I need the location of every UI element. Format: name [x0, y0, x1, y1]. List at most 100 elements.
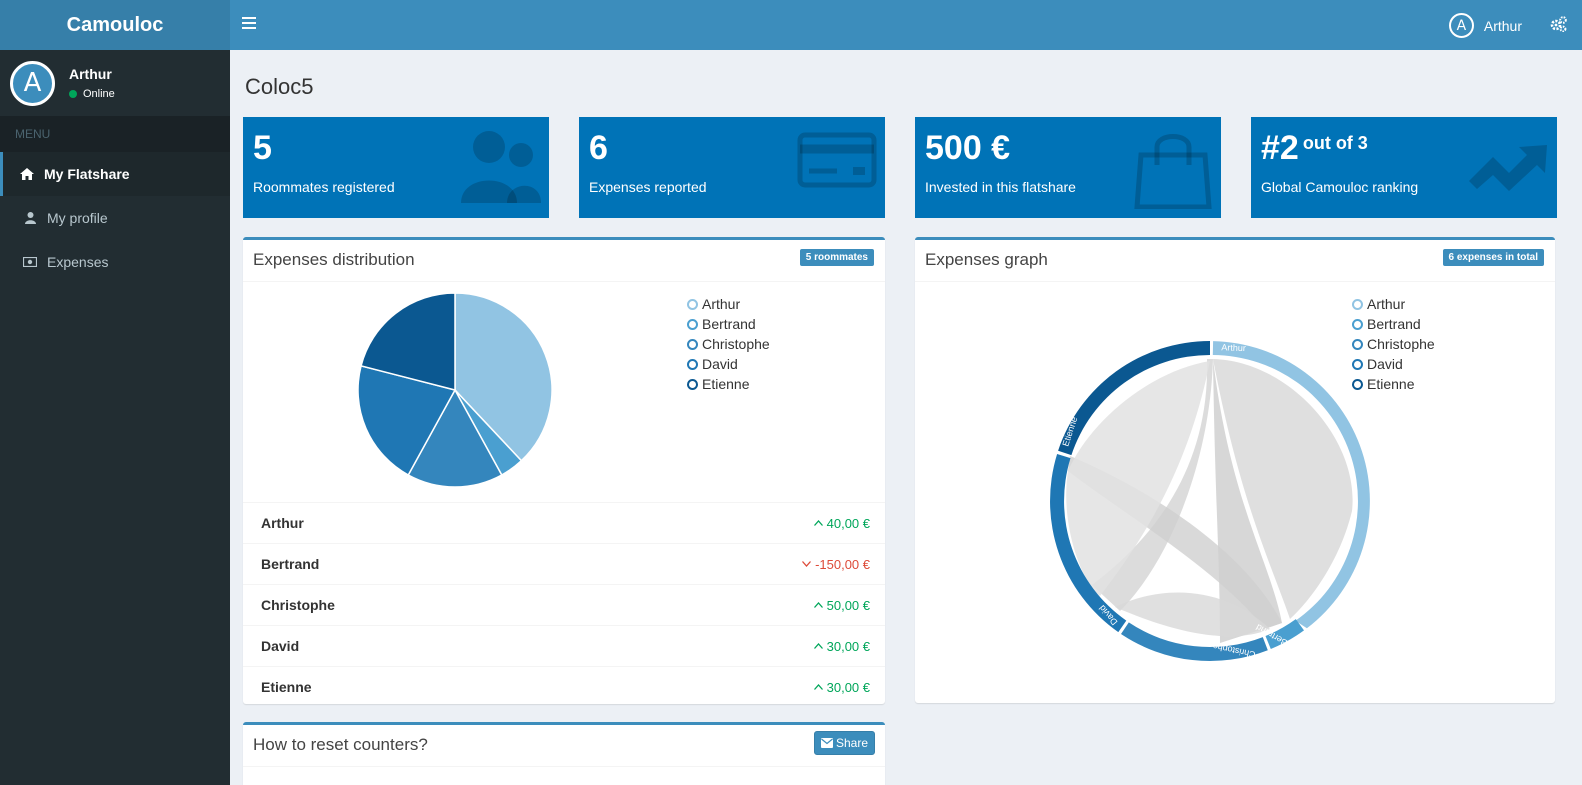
legend-item[interactable]: David — [687, 354, 770, 374]
user-status: Online — [69, 88, 115, 100]
chevron-up-icon — [813, 520, 823, 526]
credit-card-icon — [797, 129, 877, 194]
shopping-bag-icon — [1133, 129, 1213, 214]
balance-list: Arthur 40,00 € Bertrand -150,00 € Christ… — [243, 502, 885, 707]
legend-swatch-icon — [1352, 318, 1363, 330]
legend-label: Christophe — [702, 336, 770, 352]
balance-amount: 30,00 € — [813, 680, 870, 695]
list-item: Etienne 30,00 € — [243, 666, 885, 707]
sidebar-item-my-profile[interactable]: My profile — [0, 196, 230, 240]
sidebar-item-label: My Flatshare — [44, 166, 130, 182]
chevron-down-icon — [802, 561, 812, 567]
stat-label: Expenses reported — [589, 179, 707, 195]
legend-label: Arthur — [1367, 296, 1406, 312]
stat-label: Roommates registered — [253, 179, 395, 195]
share-button[interactable]: Share — [813, 731, 875, 755]
status-text: Online — [83, 88, 115, 100]
arc-label-arthur: Arthur — [1221, 342, 1246, 353]
box-title: Expenses distribution — [253, 250, 415, 269]
chevron-up-icon — [813, 602, 823, 608]
stat-box-invested: 500 € Invested in this flatshare — [915, 117, 1221, 218]
menu-header: MENU — [0, 116, 230, 152]
roommate-name: Arthur — [261, 515, 304, 531]
sidebar-item-label: My profile — [47, 210, 108, 226]
stat-label: Global Camouloc ranking — [1261, 179, 1419, 195]
user-panel: A Arthur Online — [0, 50, 230, 116]
legend-label: David — [702, 356, 738, 372]
money-icon — [21, 257, 39, 267]
user-menu[interactable]: A Arthur — [1448, 13, 1522, 38]
legend-swatch-icon — [687, 318, 698, 330]
stat-value: #2 out of 3 — [1261, 129, 1368, 167]
list-item: Christophe 50,00 € — [243, 584, 885, 625]
legend-label: Arthur — [702, 296, 741, 312]
expenses-graph-box: Expenses graph 6 expenses in total Arthu… — [915, 237, 1555, 703]
trend-up-icon — [1469, 143, 1549, 196]
roommate-name: Etienne — [261, 679, 312, 695]
list-item: Arthur 40,00 € — [243, 502, 885, 543]
roommate-name: Christophe — [261, 597, 335, 613]
stat-value: 6 — [589, 129, 608, 167]
list-item: Bertrand -150,00 € — [243, 543, 885, 584]
stat-value: 500 € — [925, 129, 1011, 167]
user-icon — [21, 212, 39, 224]
legend-item[interactable]: Bertrand — [1352, 314, 1435, 334]
legend-swatch-icon — [687, 338, 698, 350]
stat-suffix: out of 3 — [1302, 133, 1368, 153]
online-dot-icon — [69, 90, 77, 98]
chevron-up-icon — [813, 684, 823, 690]
balance-amount: 50,00 € — [813, 598, 870, 613]
legend-item[interactable]: Christophe — [687, 334, 770, 354]
legend-label: Bertrand — [1367, 316, 1421, 332]
balance-amount: -150,00 € — [802, 557, 870, 572]
stat-box-ranking: #2 out of 3 Global Camouloc ranking — [1251, 117, 1557, 218]
legend-item[interactable]: Bertrand — [687, 314, 770, 334]
avatar: A — [1448, 13, 1474, 38]
legend-label: Etienne — [702, 376, 750, 392]
roommates-badge: 5 roommates — [799, 249, 874, 266]
legend-swatch-icon — [1352, 298, 1363, 310]
list-item: David 30,00 € — [243, 625, 885, 666]
roommate-name: Bertrand — [261, 556, 320, 572]
sidebar-item-label: Expenses — [47, 254, 109, 270]
stat-box-roommates: 5 Roommates registered — [243, 117, 549, 218]
home-icon — [18, 168, 36, 180]
stat-box-expenses: 6 Expenses reported — [579, 117, 885, 218]
brand-logo[interactable]: Camouloc — [0, 0, 230, 50]
expenses-distribution-box: Expenses distribution 5 roommates Arthur… — [243, 237, 885, 704]
sidebar-item-my-flatshare[interactable]: My Flatshare — [0, 152, 230, 196]
legend-item[interactable]: Etienne — [687, 374, 770, 394]
box-title: Expenses graph — [925, 250, 1048, 269]
box-title: How to reset counters? — [253, 735, 428, 754]
roommate-name: David — [261, 638, 300, 654]
legend-label: Bertrand — [702, 316, 756, 332]
user-name: Arthur — [69, 66, 112, 82]
balance-amount: 30,00 € — [813, 639, 870, 654]
stat-value: 5 — [253, 129, 272, 167]
legend-label: Christophe — [1367, 336, 1435, 352]
avatar: A — [10, 60, 55, 106]
users-icon — [459, 129, 541, 210]
reset-counters-box: How to reset counters? Share — [243, 722, 885, 785]
envelope-icon — [820, 738, 833, 748]
legend-item[interactable]: Arthur — [687, 294, 770, 314]
page-title: Coloc5 — [245, 74, 314, 99]
balance-amount: 40,00 € — [813, 516, 870, 531]
user-menu-name: Arthur — [1483, 17, 1522, 34]
menu-toggle-icon[interactable] — [242, 17, 256, 33]
stat-label: Invested in this flatshare — [925, 179, 1076, 195]
legend-swatch-icon — [687, 298, 698, 310]
gears-icon[interactable] — [1550, 16, 1568, 37]
legend-swatch-icon — [687, 358, 698, 370]
chevron-up-icon — [813, 643, 823, 649]
sidebar: Camouloc A Arthur Online MENU My Flatsha… — [0, 0, 230, 785]
pie-legend: Arthur Bertrand Christophe David Etienne — [687, 294, 770, 394]
expenses-chord-diagram: Arthur Bertrand Christophe David Etienne — [1050, 341, 1370, 662]
sidebar-item-expenses[interactable]: Expenses — [0, 240, 230, 284]
expenses-badge: 6 expenses in total — [1442, 249, 1544, 266]
legend-item[interactable]: Arthur — [1352, 294, 1435, 314]
legend-swatch-icon — [687, 378, 698, 390]
topbar: A Arthur — [230, 0, 1582, 50]
expenses-pie-chart — [357, 292, 553, 488]
share-label: Share — [835, 736, 868, 750]
